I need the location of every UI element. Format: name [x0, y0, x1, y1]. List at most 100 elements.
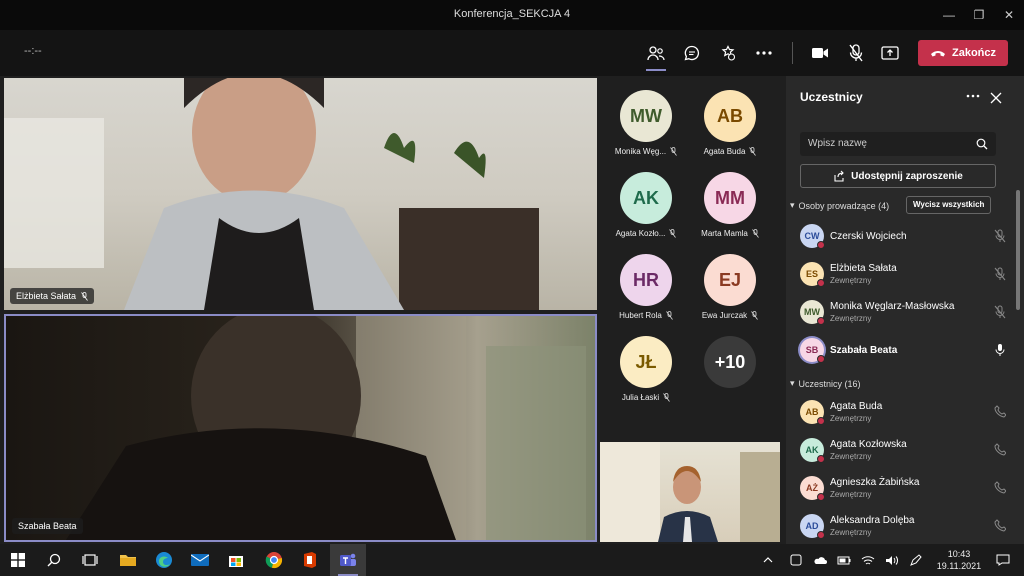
phone-icon [994, 519, 1007, 532]
presenter-video-image [4, 78, 539, 310]
microphone-icon [995, 344, 1005, 356]
panel-close-icon[interactable] [990, 91, 1002, 109]
panel-more-icon[interactable] [966, 89, 980, 108]
teams-icon[interactable] [330, 544, 366, 576]
participant-initials: CW [804, 231, 820, 241]
participant-name: Czerski Wojciech [830, 231, 907, 242]
participant-initials: SB [805, 345, 819, 355]
participant-tile[interactable]: AB Agata Buda [688, 90, 772, 170]
microphone-muted-icon [994, 229, 1006, 243]
end-call-button[interactable]: Zakończ [918, 40, 1008, 66]
participant-name: Szabała Beata [830, 345, 898, 356]
participant-avatar: MW [800, 300, 825, 325]
teams-tray-icon[interactable] [784, 544, 808, 576]
share-screen-icon[interactable] [876, 39, 904, 67]
title-bar: Konferencja_SEKCJA 4 — ❐ ✕ [0, 0, 1024, 30]
participant-tile-label: Agata Kozło... [615, 229, 666, 238]
participant-tile-name: Julia Łaski [604, 393, 688, 402]
participant-tile-label: Monika Węg... [614, 147, 667, 156]
participant-row[interactable]: AD Aleksandra Dolęba Zewnętrzny [800, 512, 1007, 542]
search-icon[interactable] [36, 544, 72, 576]
participant-row[interactable]: AŻ Agnieszka Żabińska Zewnętrzny [800, 474, 1007, 504]
participant-row[interactable]: AB Agata Buda Zewnętrzny [800, 398, 1007, 428]
participant-name: Monika Węglarz-Masłowska [830, 301, 955, 312]
participant-subtitle: Zewnętrzny [830, 452, 872, 461]
reactions-icon[interactable] [714, 39, 742, 67]
windows-start-icon[interactable] [0, 544, 36, 576]
office-icon[interactable] [292, 544, 328, 576]
search-input[interactable]: Wpisz nazwę [800, 132, 996, 156]
participant-tile[interactable]: AK Agata Kozło... [604, 172, 688, 252]
share-invite-button[interactable]: Udostępnij zaproszenie [800, 164, 996, 188]
participant-initials: AB [805, 407, 819, 417]
participant-tile[interactable]: MW Monika Węg... [604, 90, 688, 170]
edge-icon[interactable] [146, 544, 182, 576]
participant-audio-status [994, 443, 1007, 462]
task-view-icon[interactable] [72, 544, 108, 576]
system-clock[interactable]: 10:43 19.11.2021 [930, 548, 988, 572]
share-icon [834, 170, 844, 182]
camera-icon[interactable] [806, 39, 834, 67]
participants-panel: Uczestnicy Wpisz nazwę Udostępnij zapros… [786, 76, 1024, 544]
participant-row[interactable]: MW Monika Węglarz-Masłowska Zewnętrzny [800, 298, 1006, 328]
onedrive-icon[interactable] [808, 544, 832, 576]
mute-all-button[interactable]: Wycisz wszystkich [906, 196, 992, 214]
battery-icon[interactable] [832, 544, 856, 576]
chat-icon[interactable] [678, 39, 706, 67]
participant-row[interactable]: CW Czerski Wojciech [800, 222, 1006, 252]
participant-avatar: ES [800, 262, 825, 287]
participant-name: Agnieszka Żabińska [830, 477, 920, 488]
participant-tile-label: Ewa Jurczak [701, 311, 748, 320]
participants-icon[interactable] [642, 39, 670, 71]
self-view-video[interactable] [600, 442, 780, 542]
clock-time: 10:43 [947, 549, 971, 559]
notifications-icon[interactable] [988, 544, 1018, 576]
pen-icon[interactable] [904, 544, 928, 576]
participant-tile[interactable]: EJ Ewa Jurczak [688, 254, 772, 334]
participant-tile[interactable]: MM Marta Mamla [688, 172, 772, 252]
volume-icon[interactable] [880, 544, 904, 576]
participant-audio-status [994, 229, 1006, 248]
video-feed-speaker[interactable]: Szabała Beata [4, 314, 597, 542]
video-feed-presenter[interactable]: Elżbieta Sałata [4, 78, 597, 310]
status-dot [817, 417, 825, 425]
status-dot [817, 355, 825, 363]
participant-row[interactable]: ES Elżbieta Sałata Zewnętrzny [800, 260, 1006, 290]
participant-tile[interactable]: JŁ Julia Łaski [604, 336, 688, 416]
participant-subtitle: Zewnętrzny [830, 490, 872, 499]
participant-name: Agata Kozłowska [830, 439, 907, 450]
presenters-section-header[interactable]: ▾ Osoby prowadzące (4) [790, 200, 889, 211]
microphone-muted-icon [994, 305, 1006, 319]
chevron-down-icon: ▾ [790, 200, 795, 210]
chevron-up-icon[interactable] [756, 544, 780, 576]
participant-tile[interactable]: +10 [688, 336, 772, 416]
meeting-toolbar: --:-- Zakończ [0, 30, 1024, 76]
participant-row[interactable]: SB Szabała Beata [800, 336, 1006, 366]
mail-icon[interactable] [182, 544, 218, 576]
file-explorer-icon[interactable] [110, 544, 146, 576]
participant-tile-name: Monika Węg... [604, 147, 688, 156]
minimize-icon[interactable]: — [932, 0, 966, 30]
status-dot [817, 279, 825, 287]
meeting-timer: --:-- [24, 45, 42, 57]
chrome-icon[interactable] [256, 544, 292, 576]
wifi-icon[interactable] [856, 544, 880, 576]
microphone-muted-icon [663, 393, 670, 402]
participant-tile-name: Marta Mamla [688, 229, 772, 238]
more-options-icon[interactable] [750, 39, 778, 67]
close-window-icon[interactable]: ✕ [992, 0, 1024, 30]
attendees-section-header[interactable]: ▾ Uczestnicy (16) [790, 378, 861, 389]
status-dot [817, 317, 825, 325]
microphone-muted-icon[interactable] [842, 39, 870, 67]
store-icon[interactable] [218, 544, 254, 576]
restore-icon[interactable]: ❐ [962, 0, 996, 30]
participant-tile[interactable]: HR Hubert Rola [604, 254, 688, 334]
participant-row[interactable]: AK Agata Kozłowska Zewnętrzny [800, 436, 1007, 466]
participant-tile-name: Agata Kozło... [604, 229, 688, 238]
panel-scrollbar[interactable] [1016, 190, 1020, 310]
participant-tile-name: Ewa Jurczak [688, 311, 772, 320]
window-title: Konferencja_SEKCJA 4 [453, 8, 571, 20]
microphone-muted-icon [994, 267, 1006, 281]
clock-date: 19.11.2021 [936, 561, 982, 571]
participant-avatar: EJ [704, 254, 756, 306]
